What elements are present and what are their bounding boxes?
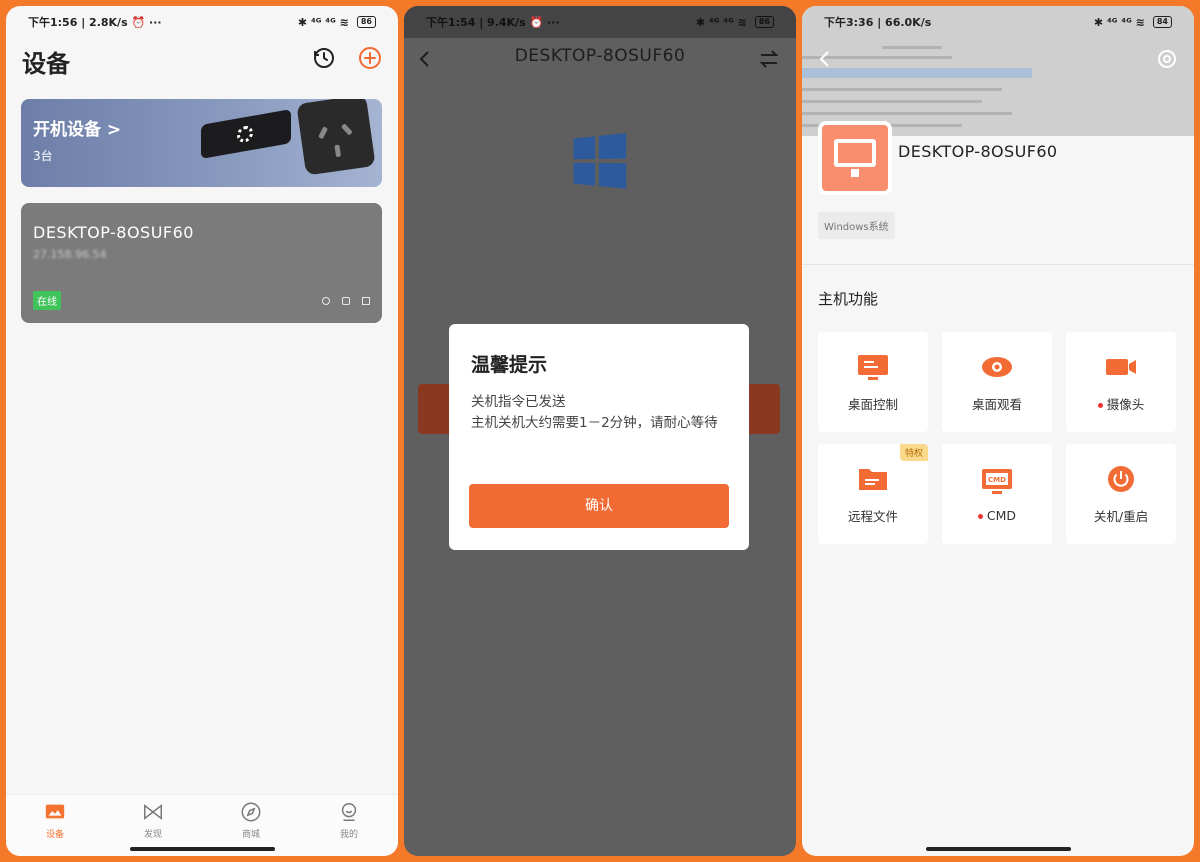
function-label-text: 摄像头 (1106, 396, 1145, 412)
powered-devices-count: 3台 (33, 149, 53, 163)
cmd-button[interactable]: CMD CMD (942, 444, 1052, 544)
signal-icons: ✱ ⁴ᴳ ⁴ᴳ ≋ (1093, 15, 1145, 29)
signal-icons: ✱ ⁴ᴳ ⁴ᴳ ≋ (297, 15, 349, 29)
switch-icon[interactable] (758, 48, 780, 70)
status-right: ✱ ⁴ᴳ ⁴ᴳ ≋ 86 (696, 16, 774, 29)
notice-dialog: 温馨提示 关机指令已发送 主机关机大约需要1－2分钟，请耐心等待 确认 (449, 324, 749, 550)
function-label: 远程文件 (847, 508, 898, 524)
status-bar: 下午1:54 | 9.4K/s ⏰ ··· ✱ ⁴ᴳ ⁴ᴳ ≋ 86 (404, 6, 796, 38)
battery-icon: 86 (356, 16, 376, 28)
dialog-title: 温馨提示 (471, 354, 548, 376)
tab-label: 商城 (241, 830, 260, 840)
tab-me[interactable]: 我的 (319, 801, 379, 856)
new-dot (1097, 402, 1103, 408)
status-left: 下午1:56 | 2.8K/s ⏰ ··· (28, 16, 162, 29)
desktop-control-button[interactable]: 桌面控制 (818, 332, 928, 432)
windows-logo-icon (573, 132, 629, 192)
cmd-icon: CMD (982, 468, 1012, 494)
status-right: ✱ ⁴ᴳ ⁴ᴳ ≋ 86 (298, 16, 376, 29)
shutdown-restart-button[interactable]: 关机/重启 (1066, 444, 1176, 544)
battery-icon: 86 (754, 16, 774, 28)
function-label: 桌面控制 (847, 396, 898, 412)
status-right: ✱ ⁴ᴳ ⁴ᴳ ≋ 84 (1094, 16, 1172, 29)
pc-device-card[interactable]: DESKTOP-8OSUF60 27.158.96.54 在线 (21, 203, 382, 323)
computer-avatar-icon (818, 121, 892, 195)
function-label: CMD (977, 507, 1017, 523)
tab-devices[interactable]: 设备 (25, 801, 85, 856)
page-title: DESKTOP-8OSUF60 (514, 46, 686, 66)
os-tag: Windows系统 (818, 212, 895, 239)
status-bar: 下午3:36 | 66.0K/s ✱ ⁴ᴳ ⁴ᴳ ≋ 84 (802, 6, 1194, 38)
power-icon (1108, 465, 1134, 492)
signal-icons: ✱ ⁴ᴳ ⁴ᴳ ≋ (695, 15, 747, 29)
remote-file-button[interactable]: 特权 远程文件 (818, 444, 928, 544)
windows-icon (362, 297, 370, 305)
powered-devices-card[interactable]: 开机设备 > 3台 (21, 99, 382, 187)
host-function-grid: 桌面控制 桌面观看 摄像头 特权 远程文件 CMD CMD 关机/重启 (818, 332, 1176, 544)
status-bar: 下午1:56 | 2.8K/s ⏰ ··· ✱ ⁴ᴳ ⁴ᴳ ≋ 86 (6, 6, 398, 38)
function-label: 桌面观看 (971, 396, 1022, 412)
tab-label: 我的 (339, 830, 358, 840)
tab-label: 设备 (45, 830, 64, 840)
status-left: 下午3:36 | 66.0K/s (824, 16, 932, 29)
circle-icon (322, 297, 330, 305)
host-detail-screen: 下午3:36 | 66.0K/s ✱ ⁴ᴳ ⁴ᴳ ≋ 84 DESKTOP-8O… (802, 6, 1194, 856)
svg-text:CMD: CMD (988, 476, 1006, 484)
devices-icon (45, 804, 65, 819)
privilege-badge: 特权 (899, 444, 928, 461)
add-device-icon[interactable] (358, 46, 382, 70)
settings-icon[interactable] (1156, 48, 1178, 70)
section-title: 主机功能 (818, 290, 879, 308)
function-label: 摄像头 (1097, 394, 1145, 413)
device-name: DESKTOP-8OSUF60 (898, 142, 1058, 161)
smart-plug-image (296, 99, 376, 176)
compass-icon (241, 802, 261, 822)
device-quick-icons (322, 297, 370, 305)
status-left: 下午1:54 | 9.4K/s ⏰ ··· (426, 16, 560, 29)
function-label: 关机/重启 (1093, 508, 1149, 524)
dialog-line-1: 关机指令已发送 (471, 394, 566, 410)
powered-devices-title: 开机设备 > (33, 120, 122, 140)
confirm-button[interactable]: 确认 (469, 484, 729, 528)
lock-icon (342, 297, 350, 305)
desktop-control-icon (858, 354, 888, 380)
user-icon (341, 803, 357, 821)
divider (802, 264, 1194, 265)
eye-icon (982, 356, 1012, 377)
new-dot (977, 513, 983, 519)
shutdown-dialog-screen: 下午1:54 | 9.4K/s ⏰ ··· ✱ ⁴ᴳ ⁴ᴳ ≋ 86 DESKT… (404, 6, 796, 856)
camera-icon (1106, 358, 1136, 375)
history-icon[interactable] (312, 46, 336, 70)
tab-label: 发现 (143, 830, 162, 840)
function-label-text: CMD (986, 507, 1017, 523)
home-indicator (926, 847, 1071, 851)
discover-icon (144, 804, 162, 820)
folder-icon (859, 468, 887, 490)
dialog-line-2: 主机关机大约需要1－2分钟，请耐心等待 (471, 415, 718, 431)
back-arrow-icon[interactable] (818, 50, 832, 68)
camera-button[interactable]: 摄像头 (1066, 332, 1176, 432)
dialog-body: 关机指令已发送 主机关机大约需要1－2分钟，请耐心等待 (471, 392, 731, 434)
device-list-screen: 下午1:56 | 2.8K/s ⏰ ··· ✱ ⁴ᴳ ⁴ᴳ ≋ 86 设备 开机… (6, 6, 398, 856)
device-ip: 27.158.96.54 (33, 248, 107, 261)
desktop-view-button[interactable]: 桌面观看 (942, 332, 1052, 432)
home-indicator (130, 847, 275, 851)
boot-stick-image (201, 109, 291, 159)
status-badge: 在线 (33, 291, 61, 310)
battery-icon: 84 (1152, 16, 1172, 28)
device-name: DESKTOP-8OSUF60 (33, 223, 194, 242)
page-title: 设备 (22, 50, 70, 78)
